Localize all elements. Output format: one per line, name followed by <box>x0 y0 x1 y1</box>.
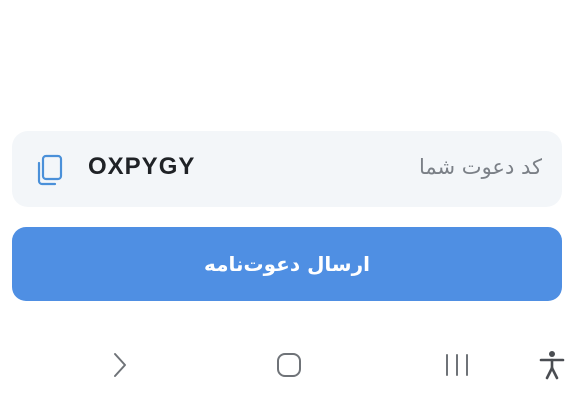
chevron-right-icon[interactable] <box>100 347 140 383</box>
invite-code-value: OXPYGY <box>88 153 196 180</box>
send-invitation-button[interactable]: ارسال دعوت‌نامه <box>12 227 562 301</box>
recents-icon[interactable] <box>437 347 477 383</box>
accessibility-icon[interactable] <box>532 347 572 383</box>
system-navigation-bar <box>0 335 586 395</box>
home-square-icon[interactable] <box>269 347 309 383</box>
copy-icon[interactable] <box>34 152 66 188</box>
invite-code-label: کد دعوت شما <box>418 155 542 179</box>
send-invitation-label: ارسال دعوت‌نامه <box>204 252 370 276</box>
screen: کد دعوت شما OXPYGY ارسال دعوت‌نامه <box>0 0 586 400</box>
invite-code-card: کد دعوت شما OXPYGY <box>12 131 562 207</box>
